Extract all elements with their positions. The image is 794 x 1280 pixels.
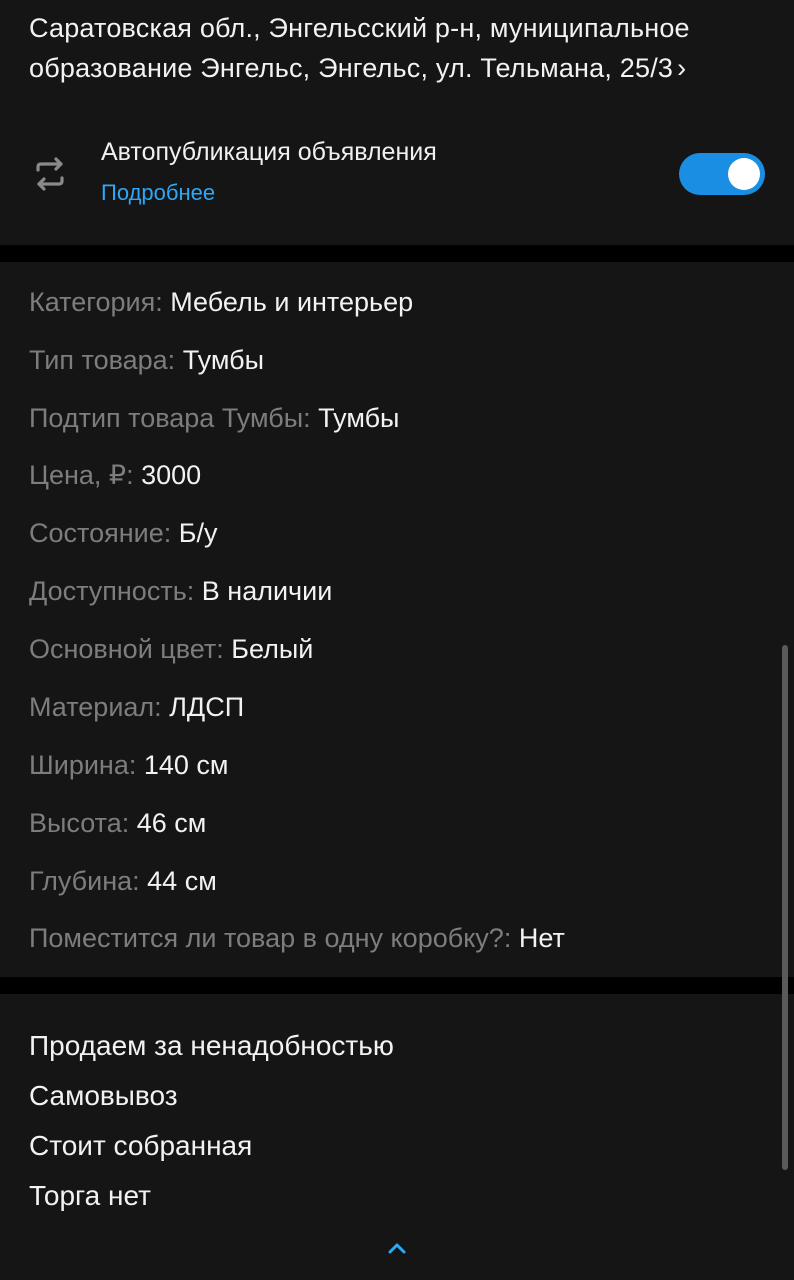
spec-value: Нет	[518, 923, 565, 953]
scrollbar[interactable]	[782, 645, 788, 1170]
spec-label: Доступность:	[29, 576, 195, 606]
spec-label: Поместится ли товар в одну коробку?:	[29, 923, 512, 953]
spec-label: Подтип товара Тумбы:	[29, 403, 311, 433]
spec-row-height: Высота: 46 см	[29, 805, 206, 841]
spec-label: Состояние:	[29, 518, 172, 548]
spec-label: Основной цвет:	[29, 634, 224, 664]
spec-value: 3000	[141, 460, 202, 490]
spec-value: ЛДСП	[169, 692, 245, 722]
spec-row-category: Категория: Мебель и интерьер	[29, 284, 413, 320]
address-text: Саратовская обл., Энгельсский р-н, муниц…	[29, 13, 690, 83]
spec-label: Ширина:	[29, 750, 137, 780]
autopublish-more-link[interactable]: Подробнее	[101, 180, 215, 206]
autopublish-row: Автопубликация объявления Подробнее	[0, 130, 794, 220]
spec-row-price: Цена, ₽: 3000	[29, 457, 201, 493]
spec-label: Материал:	[29, 692, 162, 722]
description-line: Продаем за ненадобностью	[29, 1030, 394, 1061]
spec-value: Тумбы	[318, 403, 400, 433]
spec-value: В наличии	[201, 576, 333, 606]
spec-value: Тумбы	[182, 345, 265, 375]
spec-value: Б/у	[178, 518, 218, 548]
spec-row-material: Материал: ЛДСП	[29, 689, 244, 725]
address-link[interactable]: Саратовская обл., Энгельсский р-н, муниц…	[29, 8, 769, 88]
description-line: Стоит собранная	[29, 1130, 253, 1161]
spec-label: Высота:	[29, 808, 130, 838]
spec-row-availability: Доступность: В наличии	[29, 573, 332, 609]
spec-value: Мебель и интерьер	[170, 287, 414, 317]
chevron-up-icon[interactable]	[381, 1232, 413, 1264]
spec-row-product-type: Тип товара: Тумбы	[29, 342, 264, 378]
repeat-icon	[30, 154, 70, 194]
spec-row-product-subtype: Подтип товара Тумбы: Тумбы	[29, 400, 399, 436]
spec-label: Категория:	[29, 287, 163, 317]
description-line: Торга нет	[29, 1180, 151, 1211]
spec-value: 44 см	[147, 866, 217, 896]
spec-row-condition: Состояние: Б/у	[29, 515, 217, 551]
specs-section: Категория: Мебель и интерьер Тип товара:…	[0, 262, 794, 977]
description-line: Самовывоз	[29, 1080, 178, 1111]
spec-label: Глубина:	[29, 866, 140, 896]
autopublish-title: Автопубликация объявления	[101, 138, 437, 166]
spec-row-color: Основной цвет: Белый	[29, 631, 313, 667]
spec-value: 46 см	[136, 808, 207, 838]
spec-label: Цена, ₽:	[29, 460, 134, 490]
spec-row-depth: Глубина: 44 см	[29, 863, 217, 899]
spec-row-width: Ширина: 140 см	[29, 747, 229, 783]
spec-value: Белый	[231, 634, 314, 664]
autopublish-toggle[interactable]	[679, 153, 765, 195]
spec-row-one-box: Поместится ли товар в одну коробку?: Нет	[29, 920, 565, 956]
spec-value: 140 см	[143, 750, 229, 780]
chevron-right-icon: ›	[677, 53, 687, 83]
address-section: Саратовская обл., Энгельсский р-н, муниц…	[0, 0, 794, 245]
toggle-knob	[728, 158, 760, 190]
spec-label: Тип товара:	[29, 345, 176, 375]
